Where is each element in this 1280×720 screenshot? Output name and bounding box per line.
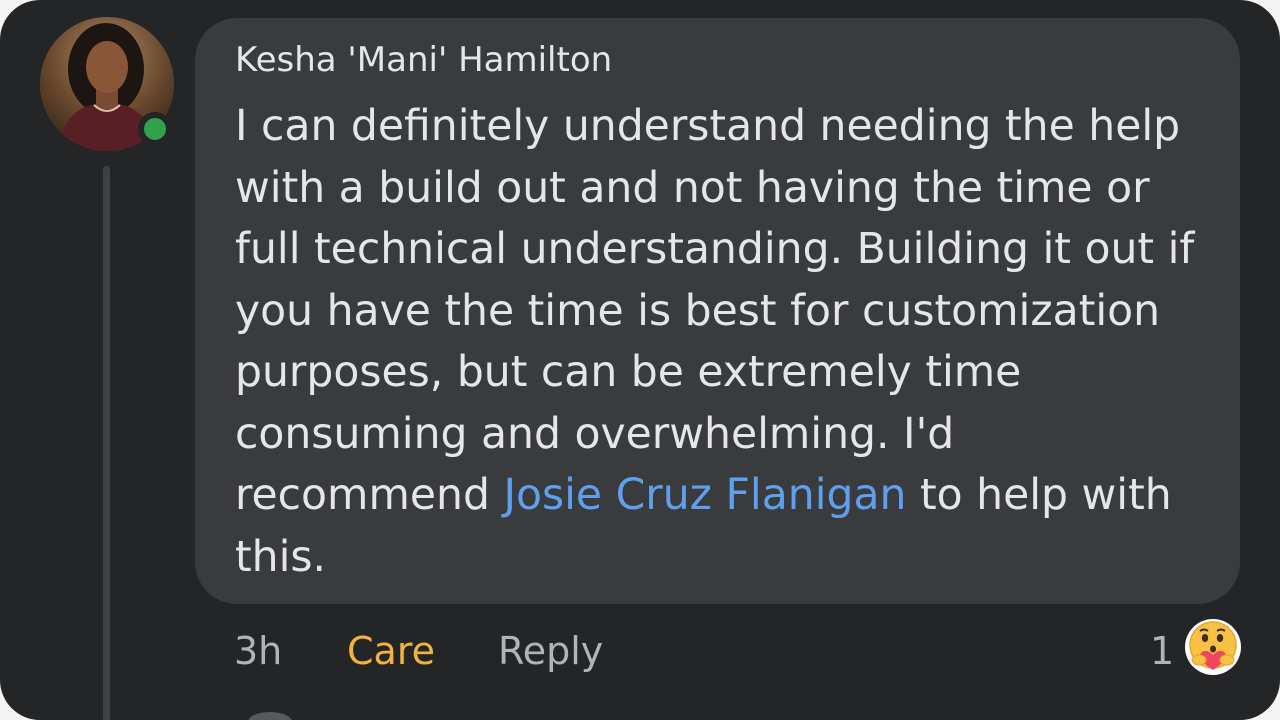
author-name[interactable]: Kesha 'Mani' Hamilton bbox=[235, 40, 612, 80]
reaction-count[interactable]: 1 bbox=[1150, 626, 1174, 676]
comment-bubble: Kesha 'Mani' Hamilton I can definitely u… bbox=[195, 18, 1240, 604]
timestamp[interactable]: 3h bbox=[234, 626, 282, 676]
mention-link[interactable]: Josie Cruz Flanigan bbox=[503, 471, 906, 520]
care-reaction-button[interactable]: Care bbox=[347, 626, 435, 676]
thread-line bbox=[103, 166, 110, 720]
comment-text: I can definitely understand needing the … bbox=[235, 96, 1215, 588]
reply-button[interactable]: Reply bbox=[498, 626, 603, 676]
online-status-indicator bbox=[138, 112, 172, 146]
next-comment-avatar bbox=[248, 712, 292, 720]
comment-screen: Kesha 'Mani' Hamilton I can definitely u… bbox=[0, 0, 1280, 720]
care-reaction-icon[interactable] bbox=[1184, 618, 1242, 676]
comment-text-before: I can definitely understand needing the … bbox=[235, 102, 1195, 520]
